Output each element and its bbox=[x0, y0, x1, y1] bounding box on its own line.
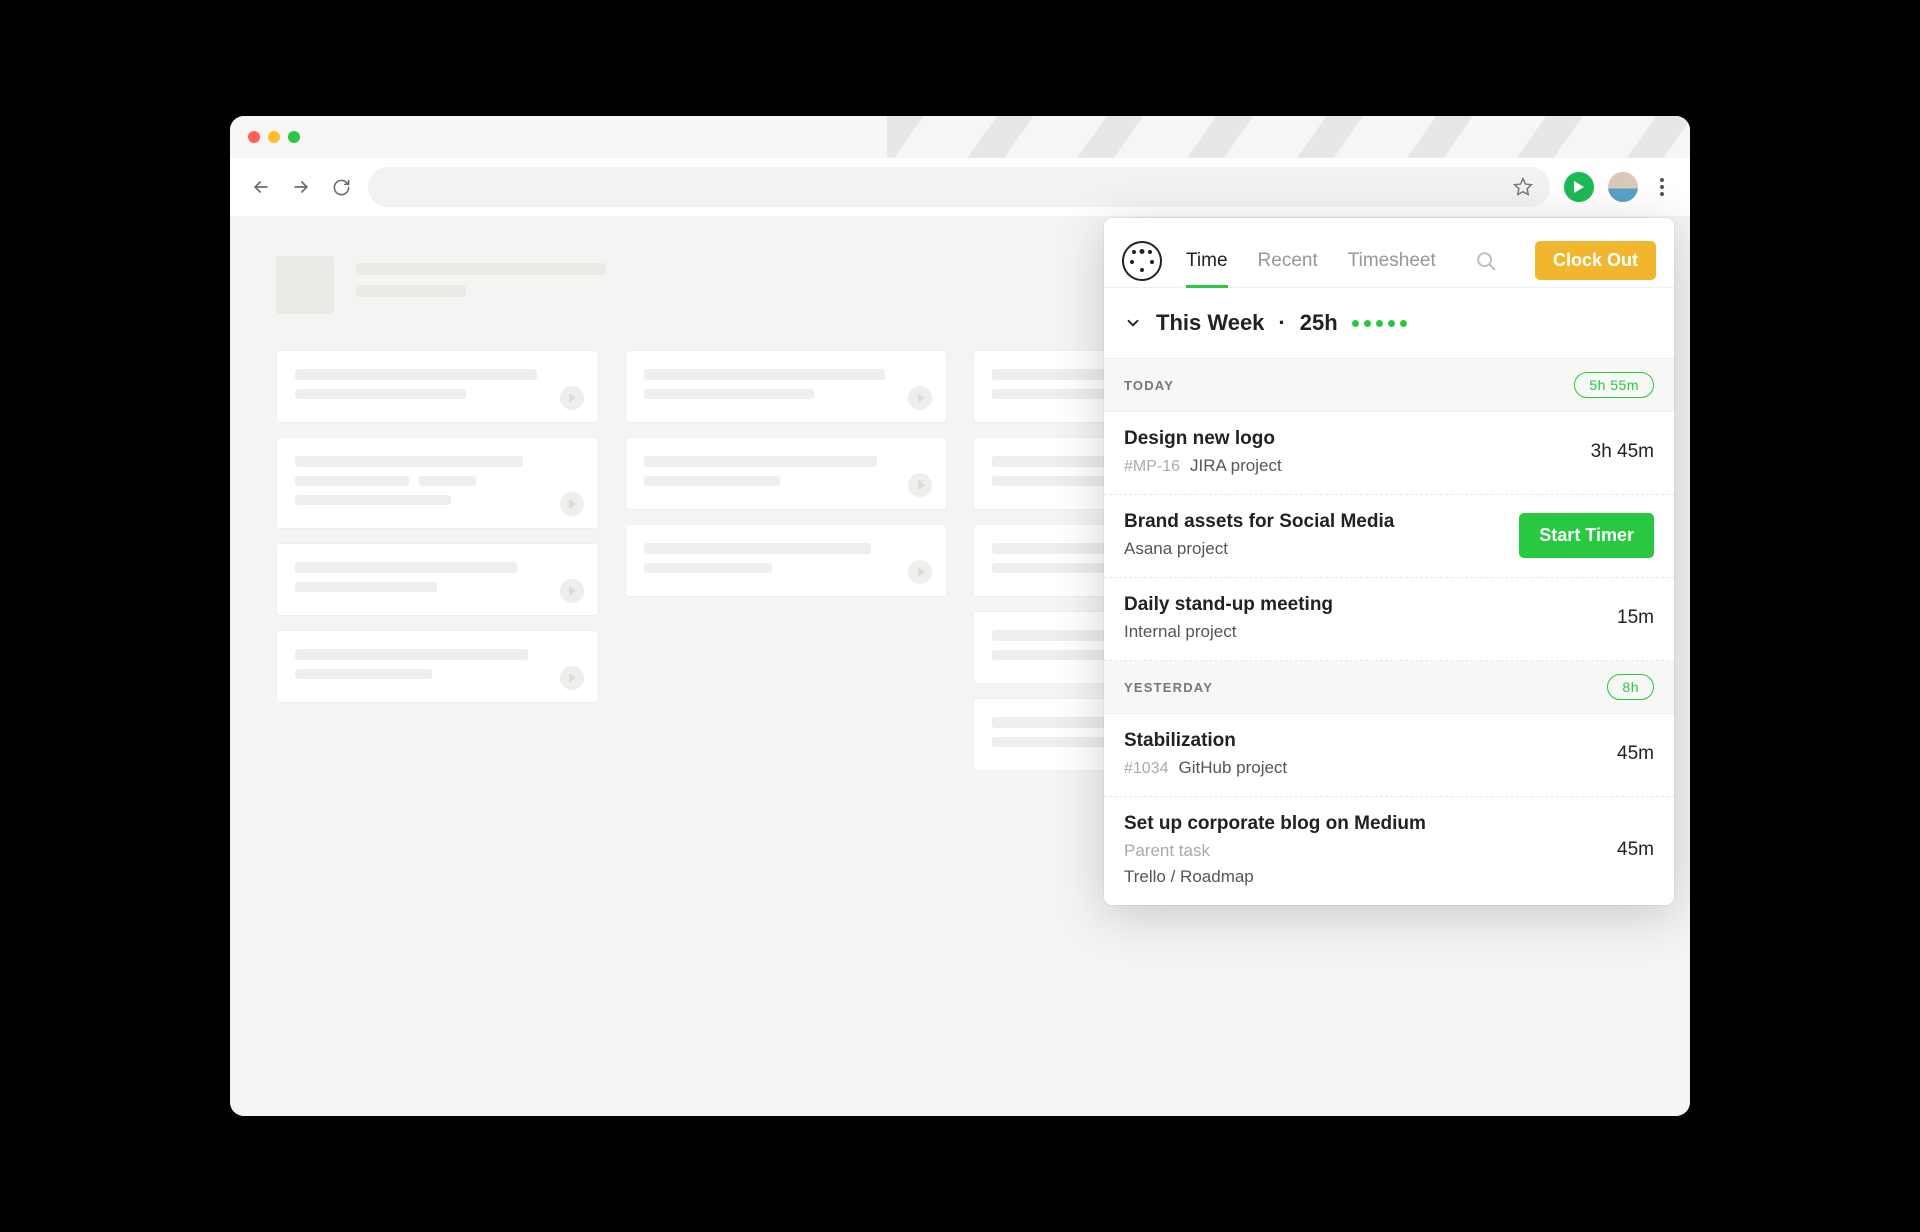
browser-window: Time Recent Timesheet Clock Out This Wee… bbox=[230, 116, 1690, 1116]
board-column bbox=[276, 350, 599, 771]
card-skeleton[interactable] bbox=[276, 630, 599, 703]
skeleton-thumb bbox=[276, 256, 334, 314]
entry-project: Trello / Roadmap bbox=[1124, 867, 1254, 887]
week-progress-dots bbox=[1352, 320, 1407, 327]
entry-project: Asana project bbox=[1124, 539, 1228, 559]
section-header-yesterday: YESTERDAY 8h bbox=[1104, 661, 1674, 714]
play-icon[interactable] bbox=[908, 560, 932, 584]
card-skeleton[interactable] bbox=[276, 543, 599, 616]
close-window-button[interactable] bbox=[248, 131, 260, 143]
back-button[interactable] bbox=[248, 174, 274, 200]
timer-popover: Time Recent Timesheet Clock Out This Wee… bbox=[1104, 218, 1674, 905]
play-icon[interactable] bbox=[560, 579, 584, 603]
time-entry[interactable]: Set up corporate blog on Medium Parent t… bbox=[1104, 797, 1674, 905]
entry-title: Stabilization bbox=[1124, 730, 1287, 752]
timer-extension-button[interactable] bbox=[1564, 172, 1594, 202]
popover-header: Time Recent Timesheet Clock Out bbox=[1104, 218, 1674, 288]
card-skeleton[interactable] bbox=[276, 437, 599, 529]
time-entry[interactable]: Stabilization #1034 GitHub project 45m bbox=[1104, 714, 1674, 797]
play-icon[interactable] bbox=[560, 386, 584, 410]
section-label: YESTERDAY bbox=[1124, 680, 1213, 695]
entry-title: Brand assets for Social Media bbox=[1124, 511, 1394, 533]
tab-timesheet[interactable]: Timesheet bbox=[1348, 234, 1436, 287]
maximize-window-button[interactable] bbox=[288, 131, 300, 143]
time-entry[interactable]: Design new logo #MP-16 JIRA project 3h 4… bbox=[1104, 412, 1674, 495]
search-icon[interactable] bbox=[1475, 250, 1497, 272]
section-total-pill: 8h bbox=[1607, 674, 1654, 700]
play-icon[interactable] bbox=[908, 473, 932, 497]
reload-button[interactable] bbox=[328, 174, 354, 200]
entry-parent: Parent task bbox=[1124, 841, 1426, 861]
week-summary-toggle[interactable]: This Week · 25h bbox=[1104, 288, 1674, 359]
entry-time: 45m bbox=[1617, 730, 1654, 778]
entry-time: 15m bbox=[1617, 594, 1654, 642]
entry-project: JIRA project bbox=[1190, 456, 1282, 476]
entry-time: 45m bbox=[1617, 813, 1654, 887]
start-timer-button[interactable]: Start Timer bbox=[1519, 513, 1654, 558]
entry-subtitle: Trello / Roadmap bbox=[1124, 867, 1426, 887]
card-skeleton[interactable] bbox=[625, 524, 948, 597]
titlebar-texture bbox=[887, 116, 1690, 158]
section-label: TODAY bbox=[1124, 378, 1174, 393]
summary-period: This Week bbox=[1156, 310, 1264, 336]
entry-subtitle: Internal project bbox=[1124, 622, 1333, 642]
board-column bbox=[625, 350, 948, 771]
browser-toolbar bbox=[230, 158, 1690, 216]
summary-separator: · bbox=[1278, 310, 1285, 336]
entry-subtitle: Asana project bbox=[1124, 539, 1394, 559]
entry-tag: #1034 bbox=[1124, 760, 1169, 778]
bookmark-star-icon[interactable] bbox=[1510, 174, 1536, 200]
window-titlebar bbox=[230, 116, 1690, 158]
minimize-window-button[interactable] bbox=[268, 131, 280, 143]
entry-project: Internal project bbox=[1124, 622, 1236, 642]
chevron-down-icon bbox=[1124, 314, 1142, 332]
entry-time: 3h 45m bbox=[1591, 428, 1654, 476]
entry-title: Daily stand-up meeting bbox=[1124, 594, 1333, 616]
card-skeleton[interactable] bbox=[276, 350, 599, 423]
card-skeleton[interactable] bbox=[625, 437, 948, 510]
tab-recent[interactable]: Recent bbox=[1258, 234, 1318, 287]
section-header-today: TODAY 5h 55m bbox=[1104, 359, 1674, 412]
summary-hours: 25h bbox=[1300, 310, 1338, 336]
entry-subtitle: #1034 GitHub project bbox=[1124, 758, 1287, 778]
entry-title: Design new logo bbox=[1124, 428, 1282, 450]
play-icon[interactable] bbox=[908, 386, 932, 410]
app-logo-icon bbox=[1122, 241, 1162, 281]
play-icon[interactable] bbox=[560, 666, 584, 690]
popover-tabs: Time Recent Timesheet bbox=[1186, 234, 1436, 287]
profile-avatar[interactable] bbox=[1608, 172, 1638, 202]
entry-project: GitHub project bbox=[1179, 758, 1288, 778]
tab-time[interactable]: Time bbox=[1186, 234, 1228, 287]
time-entry[interactable]: Daily stand-up meeting Internal project … bbox=[1104, 578, 1674, 661]
clock-out-button[interactable]: Clock Out bbox=[1535, 241, 1656, 280]
entry-subtitle: #MP-16 JIRA project bbox=[1124, 456, 1282, 476]
entry-tag: #MP-16 bbox=[1124, 458, 1180, 476]
forward-button[interactable] bbox=[288, 174, 314, 200]
section-total-pill: 5h 55m bbox=[1574, 372, 1654, 398]
time-entry[interactable]: Brand assets for Social Media Asana proj… bbox=[1104, 495, 1674, 578]
address-bar[interactable] bbox=[368, 167, 1550, 207]
card-skeleton[interactable] bbox=[625, 350, 948, 423]
browser-menu-button[interactable] bbox=[1652, 178, 1672, 196]
play-icon[interactable] bbox=[560, 492, 584, 516]
entry-title: Set up corporate blog on Medium bbox=[1124, 813, 1426, 835]
skeleton-lines bbox=[356, 263, 606, 307]
